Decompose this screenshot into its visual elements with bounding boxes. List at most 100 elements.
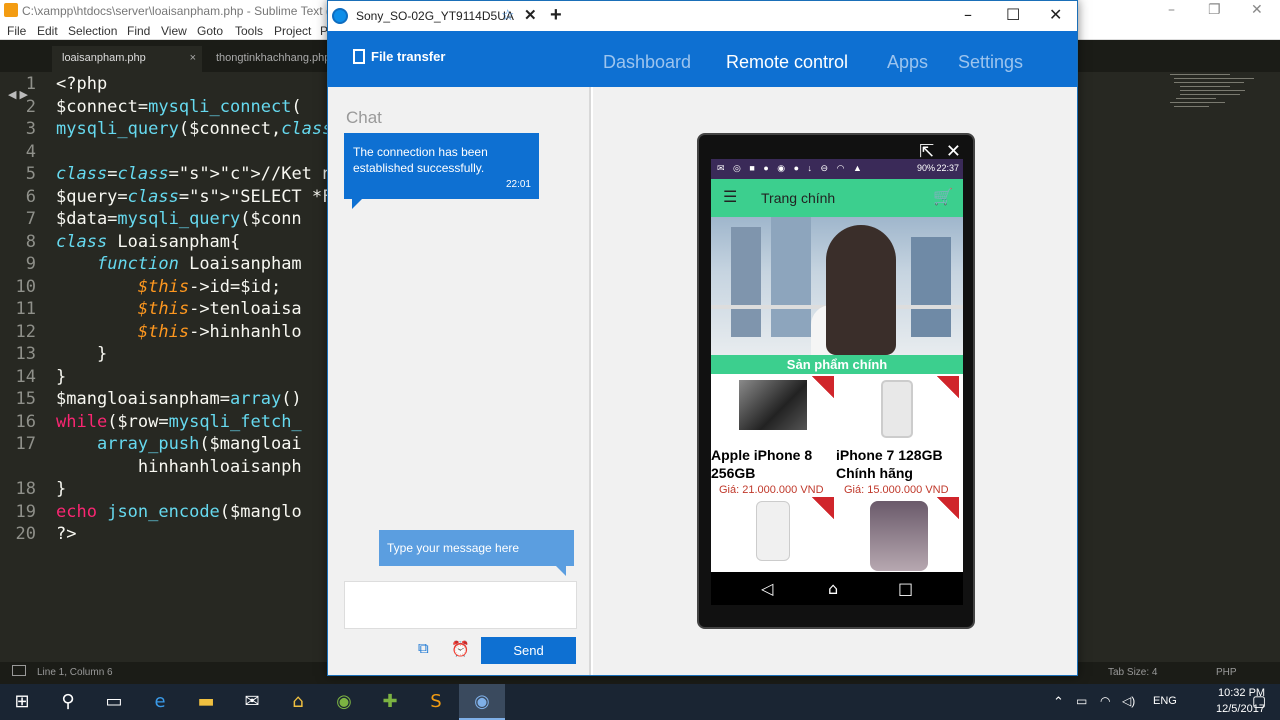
- alarm-icon[interactable]: ⏰: [451, 640, 470, 658]
- edge-icon[interactable]: e: [148, 690, 172, 714]
- menu-goto[interactable]: Goto: [197, 24, 223, 38]
- tv-minimize-icon[interactable]: –: [964, 5, 972, 24]
- star-icon[interactable]: ☆: [501, 6, 514, 24]
- start-windows-icon[interactable]: ⊞: [10, 690, 34, 714]
- code-line: $query=class="s">"SELECT *FROM loa: [56, 186, 336, 207]
- product-image: [870, 501, 928, 571]
- recents-icon[interactable]: □: [898, 579, 913, 598]
- restore-icon[interactable]: ❐: [1208, 2, 1221, 18]
- android-nav-bar: ◁ ⌂ □: [711, 572, 963, 605]
- menu-project[interactable]: Project: [274, 24, 311, 38]
- tv-maximize-icon[interactable]: ☐: [1006, 5, 1020, 24]
- back-icon[interactable]: ◁: [761, 579, 773, 598]
- volume-icon[interactable]: ◁): [1122, 694, 1135, 708]
- tab-size[interactable]: Tab Size: 4: [1108, 667, 1157, 678]
- line-number: 13: [15, 344, 36, 364]
- menu-selection[interactable]: Selection: [68, 24, 117, 38]
- code-line: }: [56, 344, 108, 364]
- close-icon[interactable]: ✕: [1251, 2, 1263, 18]
- nav-dashboard[interactable]: Dashboard: [603, 52, 691, 73]
- tv-close-icon[interactable]: ✕: [1049, 5, 1062, 24]
- code-line: <?php: [56, 74, 108, 94]
- task-view-icon[interactable]: ▭: [102, 690, 126, 714]
- teamviewer-taskbar-icon[interactable]: ◉: [459, 684, 505, 720]
- product-image: [756, 501, 790, 561]
- battery-icon[interactable]: ▭: [1076, 694, 1087, 708]
- tab-loaisanpham[interactable]: loaisanpham.php ×: [52, 46, 202, 72]
- xampp-icon[interactable]: ✚: [378, 690, 402, 714]
- syntax-label[interactable]: PHP: [1216, 667, 1237, 678]
- section-title: Sản phẩm chính: [711, 355, 963, 374]
- wifi-icon[interactable]: ◠: [1100, 694, 1110, 708]
- app-toolbar: ☰ Trang chính 🛒: [711, 179, 963, 217]
- file-transfer-button[interactable]: File transfer: [353, 49, 445, 64]
- code-line: hinhanhloaisanph: [56, 456, 302, 477]
- language-indicator[interactable]: ENG: [1153, 695, 1177, 707]
- code-line: array_push($mangloai: [96, 434, 302, 454]
- tab-label: thongtinkhachhang.php: [216, 52, 331, 64]
- line-number: 1: [25, 74, 36, 94]
- send-button[interactable]: Send: [481, 637, 576, 664]
- home-icon[interactable]: ⌂: [828, 579, 838, 598]
- tab-close-icon[interactable]: ×: [190, 52, 196, 64]
- sublime-taskbar-icon[interactable]: S: [424, 690, 448, 714]
- line-number: 10: [15, 276, 36, 297]
- store-icon[interactable]: ⌂: [286, 690, 310, 714]
- android-status-bar: ✉ ◎ ■ ● ◉ ● ↓ ⊖ ◠ ▲ 90% 22:37: [711, 159, 963, 179]
- new-ribbon: [937, 376, 959, 398]
- cart-icon[interactable]: 🛒: [933, 187, 953, 207]
- menu-tools[interactable]: Tools: [235, 24, 263, 38]
- attach-screenshot-icon[interactable]: ⧉: [418, 640, 429, 657]
- phone-frame: ⇱ ✕ ✉ ◎ ■ ● ◉ ● ↓ ⊖ ◠ ▲ 90% 22:37 ☰ Tran…: [697, 133, 975, 629]
- new-ribbon: [937, 497, 959, 519]
- code-editor[interactable]: <?php $connect=mysqli_connect(mysqli_quer…: [56, 72, 336, 572]
- new-tab-plus-icon[interactable]: +: [550, 4, 562, 27]
- code-line: while($row=mysqli_fetch_: [56, 411, 302, 432]
- menu-file[interactable]: File: [7, 24, 26, 38]
- product-name: iPhone 7 128GB Chính hãng: [836, 447, 943, 481]
- chat-title: Chat: [346, 108, 382, 127]
- code-line: echo json_encode($manglo: [56, 501, 302, 522]
- line-number: 12: [15, 321, 36, 342]
- product-price: Giá: 15.000.000 VND: [844, 484, 949, 496]
- line-number: 7: [25, 209, 36, 229]
- nav-apps[interactable]: Apps: [887, 52, 928, 73]
- app-title: Trang chính: [761, 190, 836, 206]
- banner-image[interactable]: [711, 217, 963, 355]
- code-line: }: [56, 366, 67, 387]
- line-number: 14: [15, 366, 36, 387]
- nav-settings[interactable]: Settings: [958, 52, 1023, 73]
- mail-icon[interactable]: ✉: [240, 690, 264, 714]
- tab-thongtinkhachhang[interactable]: thongtinkhachhang.php: [206, 46, 340, 72]
- menu-view[interactable]: View: [161, 24, 187, 38]
- type-message-hint: Type your message here: [379, 530, 574, 576]
- line-number: 15: [15, 389, 36, 409]
- hamburger-menu-icon[interactable]: ☰: [723, 187, 737, 207]
- system-tray: ⌃ ▭ ◠ ◁) ENG 10:32 PM 12/5/2017 ▢: [1040, 684, 1280, 720]
- line-number: 8: [25, 231, 36, 252]
- line-number: 20: [15, 524, 36, 544]
- taskbar: ⊞ ⚲ ▭ e ▬ ✉ ⌂ ◉ ✚ S ◉ ⌃ ▭ ◠ ◁) ENG 10:32…: [0, 684, 1280, 720]
- file-explorer-icon[interactable]: ▬: [194, 690, 218, 714]
- menu-find[interactable]: Find: [127, 24, 150, 38]
- chevron-up-icon[interactable]: ⌃: [1053, 694, 1064, 710]
- tv-session-tab[interactable]: Sony_SO-02G_YT9114D5UA ☆ ✕: [328, 1, 543, 31]
- android-studio-icon[interactable]: ◉: [332, 690, 356, 714]
- tab-label: loaisanpham.php: [62, 52, 146, 64]
- line-number: 11: [15, 299, 36, 319]
- cursor-position: Line 1, Column 6: [37, 667, 113, 678]
- search-icon[interactable]: ⚲: [56, 690, 80, 714]
- nav-remote-control[interactable]: Remote control: [726, 52, 848, 73]
- notifications-icon[interactable]: ▢: [1252, 692, 1266, 710]
- phone-screen[interactable]: ✉ ◎ ■ ● ◉ ● ↓ ⊖ ◠ ▲ 90% 22:37 ☰ Trang ch…: [711, 159, 963, 605]
- code-line: class Loaisanpham{: [56, 231, 241, 252]
- minimize-icon[interactable]: –: [1168, 2, 1175, 18]
- message-input[interactable]: [344, 581, 577, 629]
- menu-edit[interactable]: Edit: [37, 24, 58, 38]
- close-tab-icon[interactable]: ✕: [524, 6, 537, 24]
- panel-toggle-icon[interactable]: [12, 665, 26, 676]
- line-number: 2: [25, 96, 36, 117]
- minimap[interactable]: [1170, 72, 1270, 122]
- teamviewer-window: Sony_SO-02G_YT9114D5UA ☆ ✕ + – ☐ ✕ File …: [327, 0, 1078, 676]
- file-icon: [353, 49, 365, 64]
